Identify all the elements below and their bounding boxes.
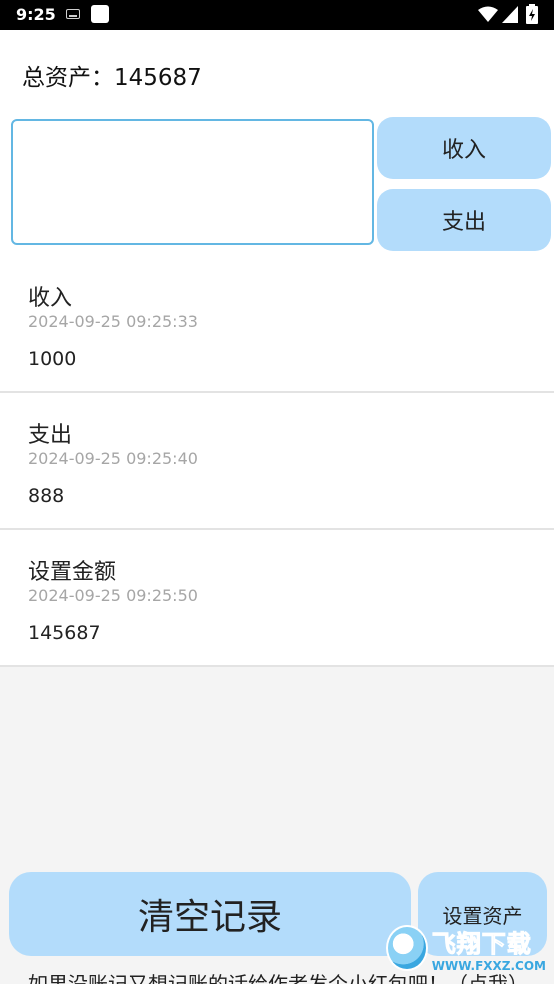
watermark-main: 飞翔下载 <box>431 929 532 958</box>
record-type: 支出 <box>28 423 73 448</box>
record-type: 设置金额 <box>28 560 117 585</box>
expense-button[interactable]: 支出 <box>377 189 551 251</box>
watermark-sub: WWW.FXXZ.COM <box>431 958 546 973</box>
income-button[interactable]: 收入 <box>377 117 551 179</box>
app-screen: 9:25 总资产：145687 收入 支出 收入 2024-09-25 09:2… <box>0 0 554 984</box>
record-time: 2024-09-25 09:25:40 <box>28 449 198 468</box>
total-assets: 总资产：145687 <box>22 65 202 91</box>
watermark-text: 飞翔下载 WWW.FXXZ.COM <box>431 924 546 973</box>
site-watermark: 飞翔下载 WWW.FXXZ.COM <box>386 922 546 974</box>
list-item[interactable]: 设置金额 2024-09-25 09:25:50 145687 <box>0 530 554 667</box>
keyboard-icon <box>66 9 80 19</box>
record-time: 2024-09-25 09:25:50 <box>28 586 198 605</box>
list-item[interactable]: 收入 2024-09-25 09:25:33 1000 <box>0 256 554 393</box>
record-amount: 888 <box>28 485 65 507</box>
record-time: 2024-09-25 09:25:33 <box>28 312 198 331</box>
record-amount: 145687 <box>28 622 101 644</box>
list-item[interactable]: 支出 2024-09-25 09:25:40 888 <box>0 393 554 530</box>
clear-records-button[interactable]: 清空记录 <box>9 872 411 956</box>
record-type: 收入 <box>28 286 73 311</box>
amount-input[interactable] <box>11 119 374 245</box>
status-bar: 9:25 <box>0 0 554 30</box>
records-list: 收入 2024-09-25 09:25:33 1000 支出 2024-09-2… <box>0 256 554 667</box>
app-icon <box>91 5 109 23</box>
battery-icon <box>526 4 538 24</box>
watermark-logo-icon <box>386 925 428 971</box>
status-time: 9:25 <box>16 5 56 24</box>
wifi-icon <box>478 6 498 22</box>
record-amount: 1000 <box>28 348 77 370</box>
signal-icon <box>502 6 518 23</box>
